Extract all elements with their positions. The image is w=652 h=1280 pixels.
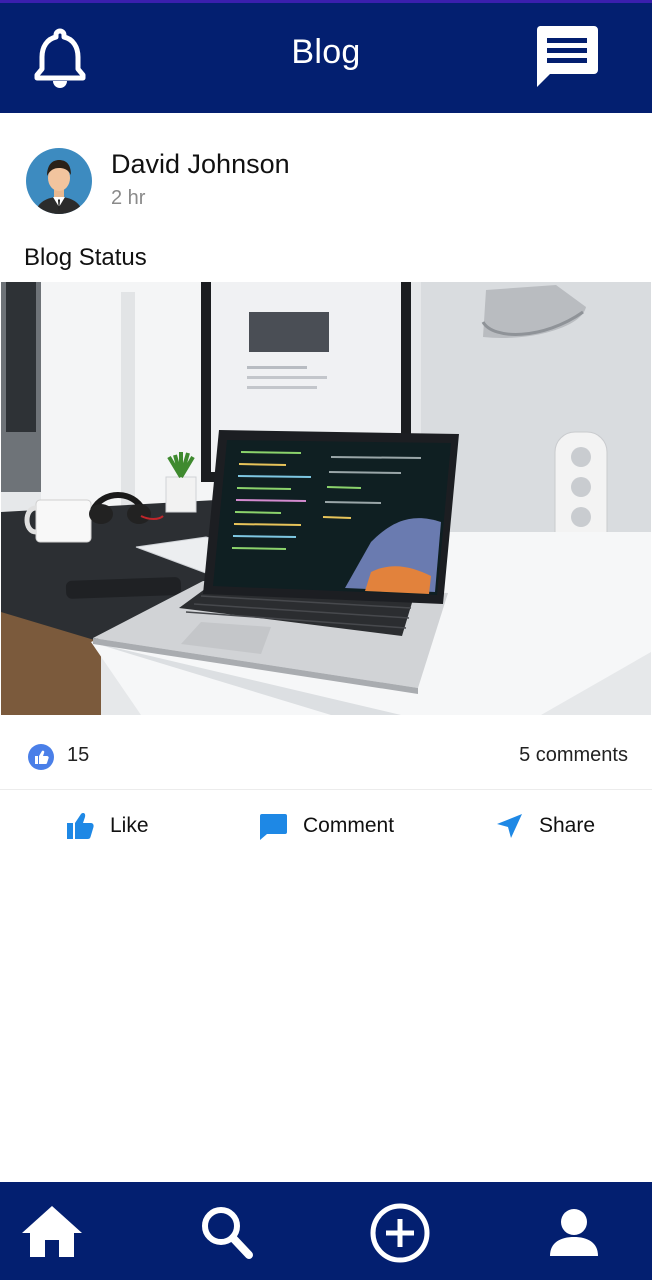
like-label: Like xyxy=(110,814,149,837)
reactions-summary: 15 5 comments xyxy=(0,715,652,790)
thumbs-up-icon xyxy=(66,812,96,840)
bottom-navigation xyxy=(0,1182,652,1280)
post-image[interactable] xyxy=(1,282,651,715)
comment-count[interactable]: 5 comments xyxy=(519,744,628,767)
like-button[interactable]: Like xyxy=(66,810,149,842)
add-circle-icon[interactable] xyxy=(365,1198,435,1268)
search-icon[interactable] xyxy=(191,1198,261,1268)
send-icon xyxy=(495,812,525,840)
post-time: 2 hr xyxy=(111,187,146,209)
comment-button[interactable]: Comment xyxy=(259,810,394,842)
chat-icon[interactable] xyxy=(534,23,600,89)
post-header: David Johnson 2 hr xyxy=(0,113,652,233)
post-status-text: Blog Status xyxy=(24,244,147,271)
comment-icon xyxy=(259,812,289,840)
comment-label: Comment xyxy=(303,814,395,837)
blog-screen: Blog David Johnson 2 hr Blog Status 15 5… xyxy=(0,0,652,1280)
profile-icon[interactable] xyxy=(539,1198,609,1268)
like-badge-icon xyxy=(28,744,54,770)
home-icon[interactable] xyxy=(17,1198,87,1268)
avatar[interactable] xyxy=(26,145,92,217)
post-actions: Like Comment Share xyxy=(0,790,652,862)
author-name[interactable]: David Johnson xyxy=(111,149,290,180)
top-app-bar: Blog xyxy=(0,0,652,113)
share-button[interactable]: Share xyxy=(495,810,595,842)
share-label: Share xyxy=(539,814,596,837)
like-count[interactable]: 15 xyxy=(67,744,89,767)
